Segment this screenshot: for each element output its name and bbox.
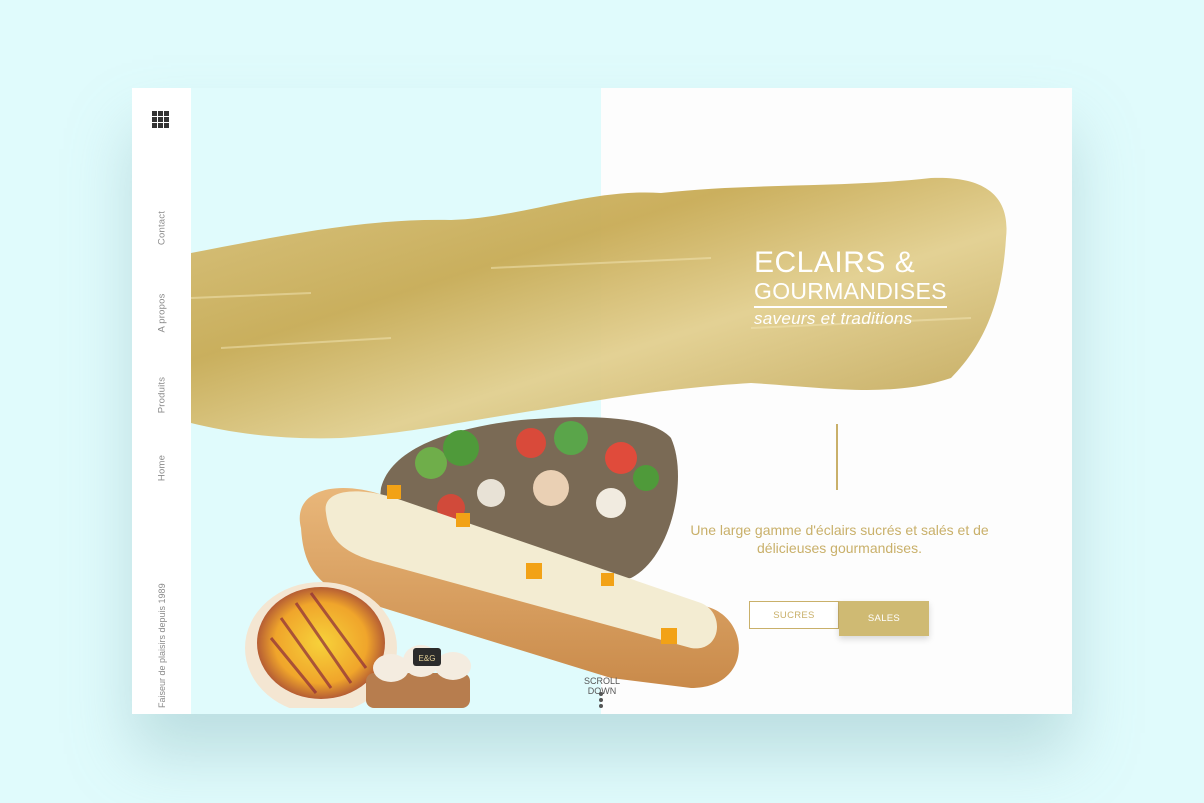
nav-home[interactable]: Home	[157, 455, 168, 481]
scroll-down-icon[interactable]	[599, 692, 603, 710]
sucres-button[interactable]: SUCRES	[749, 601, 839, 629]
hero-left-panel	[191, 88, 601, 714]
page-frame: Contact A propos Produits Home Faiseur d…	[132, 88, 1072, 714]
sidebar-tagline: Faiseur de plaisirs depuis 1989	[157, 583, 167, 708]
sidebar: Contact A propos Produits Home Faiseur d…	[132, 88, 191, 714]
brand-tagline: saveurs et traditions	[754, 309, 913, 328]
grid-menu-icon[interactable]	[152, 111, 169, 128]
intro-text: Une large gamme d'éclairs sucrés et salé…	[690, 522, 989, 556]
nav-a-propos[interactable]: A propos	[157, 293, 168, 332]
nav-produits[interactable]: Produits	[157, 377, 168, 413]
brand-title: ECLAIRS &	[754, 246, 916, 279]
gold-divider	[836, 424, 838, 490]
sales-button[interactable]: SALES	[839, 601, 929, 636]
nav-contact[interactable]: Contact	[157, 211, 168, 245]
brand-logo[interactable]: ECLAIRS & GOURMANDISES saveurs et tradit…	[754, 248, 947, 330]
brand-subtitle: GOURMANDISES	[754, 278, 947, 308]
